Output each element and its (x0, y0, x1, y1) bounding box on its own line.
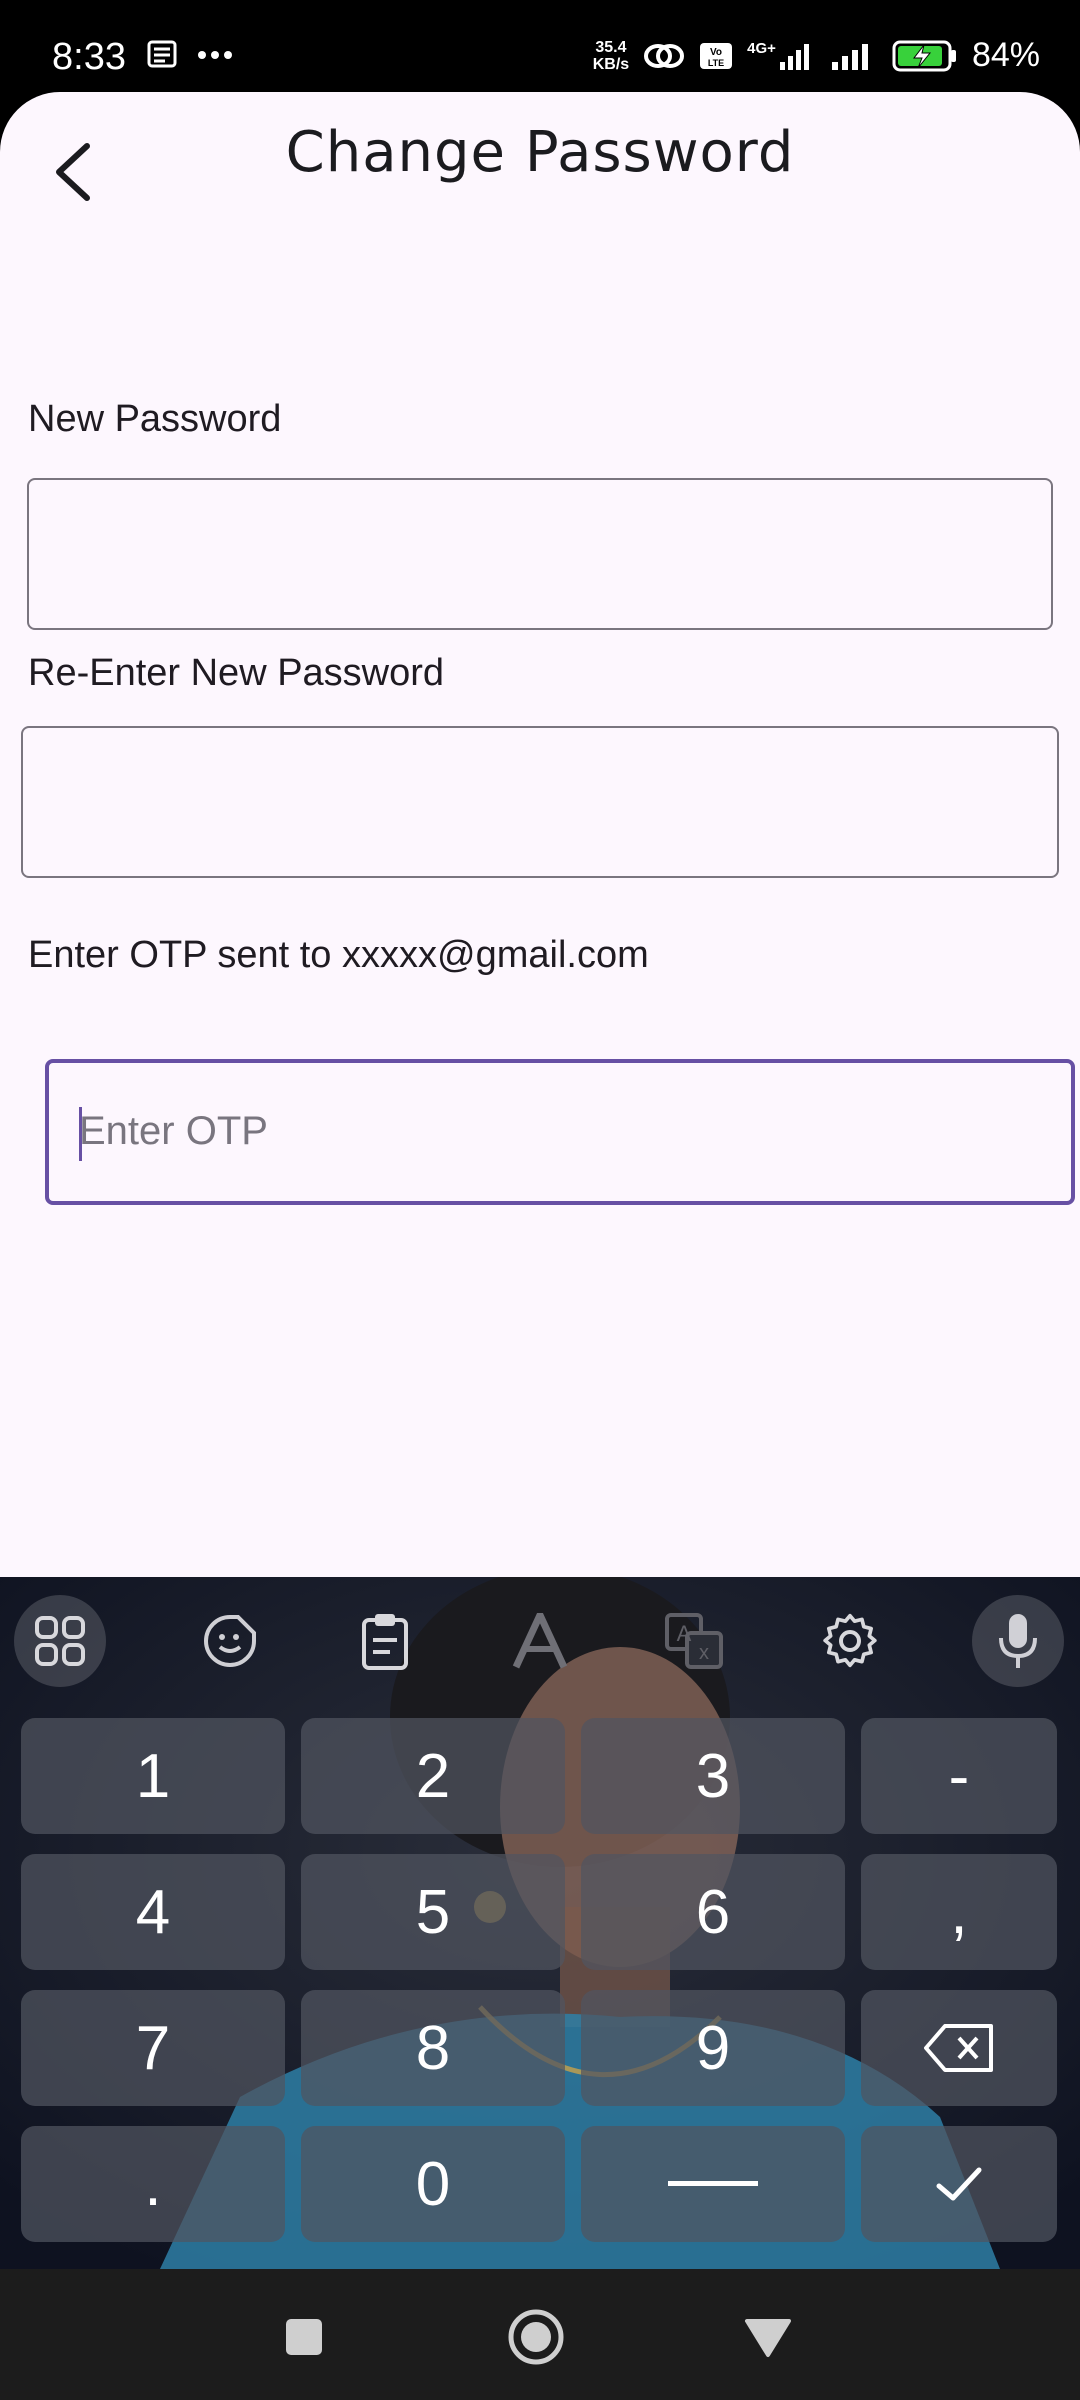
triangle-back-icon (745, 2319, 791, 2357)
sticker-icon (204, 1615, 256, 1667)
reenter-password-field[interactable] (21, 726, 1059, 878)
battery-percent: 84% (971, 36, 1040, 74)
volte-icon: VoLTE (700, 42, 733, 69)
recent-apps-button[interactable] (274, 2307, 334, 2367)
key-8[interactable]: 8 (301, 1990, 565, 2106)
key-3[interactable]: 3 (581, 1718, 845, 1834)
status-right-icons: 35.4 KB/s Vo LTE 4G+ 84% (593, 36, 1040, 75)
svg-text:x: x (699, 1642, 709, 1664)
text-style-icon (512, 1613, 568, 1669)
home-circle-icon (508, 2309, 564, 2365)
key-4[interactable]: 4 (21, 1854, 285, 1970)
clipboard-icon (362, 1614, 408, 1670)
backspace-key[interactable] (861, 1990, 1057, 2106)
network-type-label: 4G+ (747, 39, 776, 57)
otp-placeholder: Enter OTP (79, 1109, 268, 1153)
settings-icon (823, 1613, 877, 1668)
space-icon (668, 2181, 758, 2186)
link-icon (644, 43, 685, 68)
text-style-button[interactable] (494, 1595, 586, 1687)
new-password-label: New Password (28, 398, 282, 440)
key-6[interactable]: 6 (581, 1854, 845, 1970)
key-0[interactable]: 0 (301, 2126, 565, 2242)
status-left-icons (145, 40, 233, 70)
checkmark-icon (936, 2167, 982, 2201)
more-icon (198, 51, 232, 59)
key-period[interactable]: . (21, 2126, 285, 2242)
notification-icon (147, 40, 177, 68)
signal-4g: 4G+ (747, 40, 814, 72)
done-key[interactable] (861, 2126, 1057, 2242)
signal-icon (779, 43, 809, 70)
signal-icon-2 (831, 43, 868, 70)
battery-charging-icon (892, 40, 956, 71)
system-nav-bar (0, 2269, 1080, 2400)
mic-button[interactable] (972, 1595, 1064, 1687)
new-password-field[interactable] (27, 478, 1053, 630)
clipboard-button[interactable] (339, 1595, 431, 1687)
key-minus[interactable]: - (861, 1718, 1057, 1834)
status-time: 8:33 (52, 36, 126, 78)
key-comma[interactable]: , (861, 1854, 1057, 1970)
home-button[interactable] (506, 2307, 566, 2367)
translate-button[interactable]: Ax (648, 1595, 740, 1687)
back-nav-button[interactable] (738, 2307, 798, 2367)
square-icon (286, 2319, 322, 2355)
key-1[interactable]: 1 (21, 1718, 285, 1834)
grid-icon (35, 1616, 85, 1666)
settings-button[interactable] (804, 1595, 896, 1687)
key-5[interactable]: 5 (301, 1854, 565, 1970)
backspace-icon (924, 2024, 993, 2072)
numeric-keyboard: Ax 1 2 3 - 4 5 6 , 7 8 9 . 0 (0, 1577, 1080, 2269)
key-7[interactable]: 7 (21, 1990, 285, 2106)
otp-instruction: Enter OTP sent to xxxxx@gmail.com (28, 934, 649, 976)
status-bar: 8:33 35.4 KB/s Vo LTE 4G+ 84% (0, 0, 1080, 95)
key-9[interactable]: 9 (581, 1990, 845, 2106)
keyboard-toolbar: Ax (0, 1577, 1080, 1697)
mic-icon (999, 1614, 1037, 1668)
text-caret (79, 1107, 82, 1161)
translate-icon: Ax (665, 1613, 723, 1669)
otp-input[interactable]: Enter OTP (45, 1059, 1075, 1205)
svg-text:A: A (677, 1621, 692, 1646)
space-key[interactable] (581, 2126, 845, 2242)
net-speed: 35.4 KB/s (593, 39, 629, 73)
page-title: Change Password (285, 120, 795, 185)
net-speed-value: 35.4 (595, 38, 627, 56)
reenter-password-label: Re-Enter New Password (28, 652, 445, 694)
sticker-button[interactable] (184, 1595, 276, 1687)
svg-text:Vo: Vo (710, 47, 722, 58)
net-speed-unit: KB/s (592, 55, 630, 73)
key-2[interactable]: 2 (301, 1718, 565, 1834)
change-password-screen: Change Password New Password Re-Enter Ne… (0, 92, 1080, 1577)
svg-text:LTE: LTE (708, 58, 724, 68)
apps-grid-button[interactable] (14, 1595, 106, 1687)
